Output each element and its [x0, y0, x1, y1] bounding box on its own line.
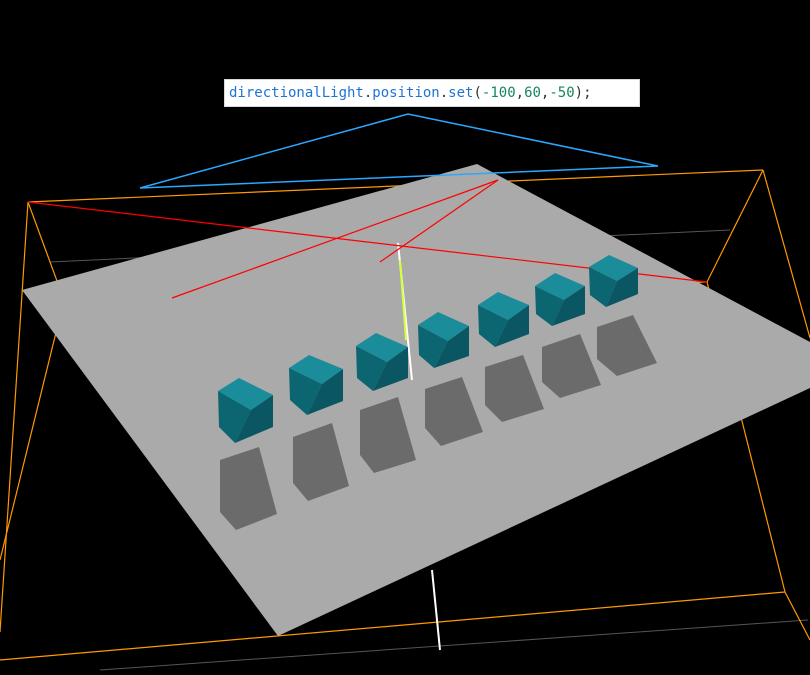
- code-method: set: [448, 85, 474, 101]
- frustum-inner-left: [0, 299, 65, 561]
- code-comma-2: ,: [540, 85, 550, 101]
- code-comma-1: ,: [515, 85, 525, 101]
- code-arg-z: -50: [549, 85, 575, 101]
- axis-line-white-lower: [431, 569, 441, 651]
- frustum-edge-left: [0, 201, 29, 633]
- frustum-edge-right: [762, 169, 810, 339]
- frustum-corner: [784, 591, 810, 641]
- code-open-paren: (: [473, 85, 482, 101]
- code-close: );: [574, 85, 592, 101]
- directional-light-helper: [139, 113, 659, 189]
- code-property: position: [372, 85, 440, 101]
- ground-plane[interactable]: [22, 164, 810, 636]
- 3d-viewport[interactable]: directionalLight. position. set(-100, 60, …: [0, 0, 810, 675]
- code-arg-y: 60: [524, 85, 541, 101]
- grid-line-near: [99, 619, 809, 671]
- code-dot-2: .: [439, 85, 449, 101]
- code-snippet-label: directionalLight. position. set(-100, 60, …: [224, 79, 640, 107]
- code-dot-1: .: [363, 85, 373, 101]
- code-arg-x: -100: [481, 85, 516, 101]
- frustum-edge-tr: [706, 169, 764, 283]
- code-object: directionalLight: [229, 85, 364, 101]
